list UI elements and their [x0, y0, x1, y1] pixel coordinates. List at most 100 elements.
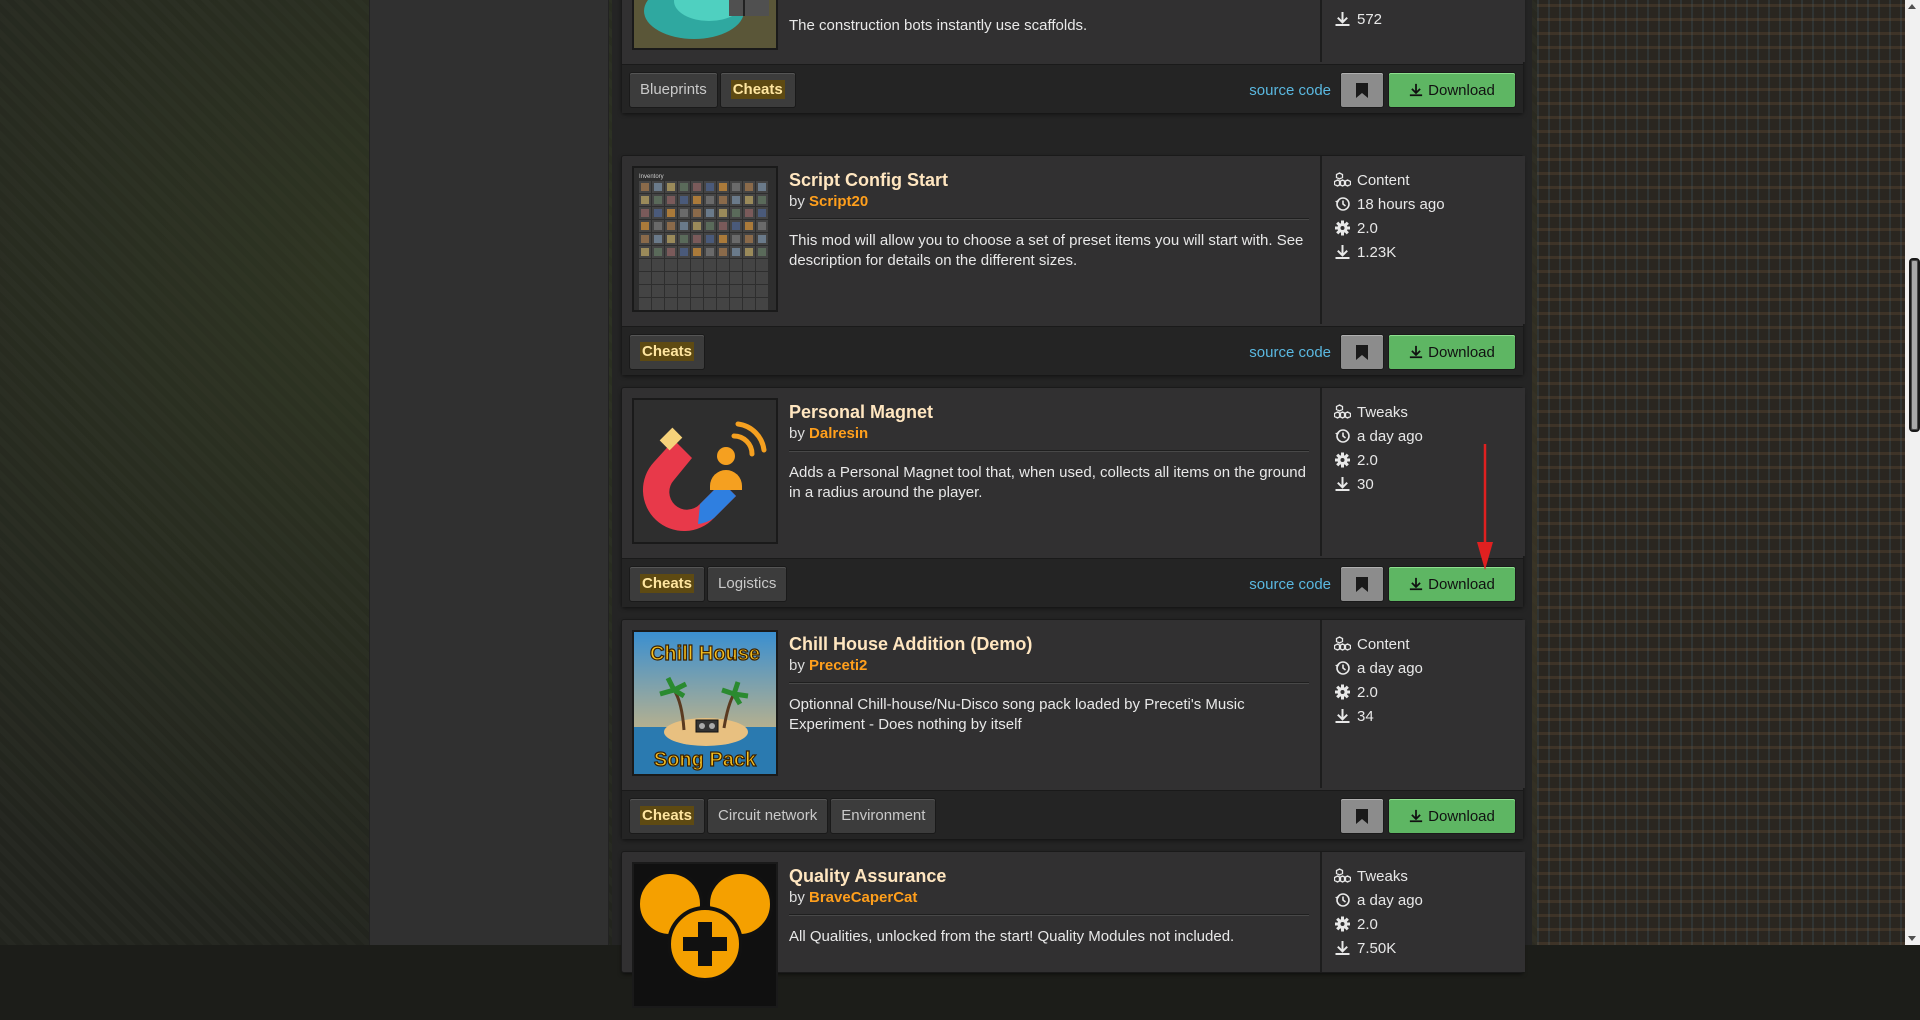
- download-button-label: Download: [1428, 343, 1495, 361]
- inventory-item: [732, 196, 740, 204]
- quality-thumbnail-image: [634, 864, 776, 1006]
- by-label: by: [789, 425, 805, 442]
- meta-downloads-value: 30: [1357, 475, 1374, 493]
- inventory-slot: [717, 272, 729, 284]
- inventory-slot: [652, 285, 664, 297]
- mod-card-body: Quality Assurance by BraveCaperCat All Q…: [622, 852, 1525, 1020]
- inventory-slot: [691, 298, 703, 310]
- history-icon: [1335, 661, 1350, 675]
- meta-downloads-value: 572: [1357, 10, 1383, 28]
- mod-title[interactable]: Script Config Start: [789, 170, 1309, 191]
- inventory-item: [758, 248, 766, 256]
- author-link[interactable]: Script20: [809, 193, 868, 210]
- tag-logistics[interactable]: Logistics: [708, 567, 787, 601]
- download-button[interactable]: Download: [1389, 335, 1515, 369]
- download-button[interactable]: Download: [1389, 73, 1515, 107]
- download-icon: [1410, 83, 1423, 97]
- mod-card-footer: Blueprints Cheats source code Download: [622, 64, 1523, 113]
- mod-thumbnail[interactable]: Inventory: [632, 166, 778, 312]
- mod-card-footer: Cheats Logistics source code Download: [622, 558, 1523, 607]
- inventory-item: [667, 235, 675, 243]
- inventory-item: [732, 209, 740, 217]
- inventory-slot: [743, 259, 755, 271]
- inventory-item: [680, 183, 688, 191]
- meta-updated: a day ago: [1334, 888, 1525, 912]
- source-code-link[interactable]: source code: [1249, 576, 1331, 593]
- mod-thumbnail[interactable]: [632, 862, 778, 1008]
- tag-cheats-label: Cheats: [640, 806, 695, 825]
- author-link[interactable]: Dalresin: [809, 425, 868, 442]
- meta-version: 2.0: [1334, 216, 1525, 240]
- mod-thumbnail[interactable]: Chill House Song Pack: [632, 630, 778, 776]
- author-link[interactable]: BraveCaperCat: [809, 889, 917, 906]
- mod-title[interactable]: Personal Magnet: [789, 402, 1309, 423]
- mod-card-footer: Cheats Circuit network Environment Downl…: [622, 790, 1523, 839]
- source-code-link[interactable]: source code: [1249, 82, 1331, 99]
- bookmark-button[interactable]: [1341, 335, 1383, 369]
- mod-title[interactable]: Quality Assurance: [789, 866, 1309, 887]
- tag-circuit-network[interactable]: Circuit network: [708, 799, 828, 833]
- inventory-item: [719, 222, 727, 230]
- bookmark-button[interactable]: [1341, 799, 1383, 833]
- annotation-arrow-icon: [1477, 444, 1493, 570]
- mod-info: Script Config Start by Script20 This mod…: [789, 164, 1309, 314]
- mod-meta: Content a day ago 2.0 34: [1320, 620, 1525, 788]
- download-count-icon: [1335, 941, 1350, 955]
- download-button-label: Download: [1428, 575, 1495, 593]
- tag-cheats[interactable]: Cheats: [630, 567, 705, 601]
- inventory-slot: [704, 272, 716, 284]
- history-icon: [1335, 197, 1350, 211]
- mod-card: Inventory Script Config Start by Script2…: [622, 156, 1525, 375]
- inventory-thumbnail-label: Inventory: [639, 174, 664, 180]
- scroll-up-arrow-icon[interactable]: [1908, 4, 1916, 9]
- download-button[interactable]: Download: [1389, 799, 1515, 833]
- mod-thumbnail[interactable]: [632, 0, 778, 50]
- download-button-label: Download: [1428, 807, 1495, 825]
- inventory-item: [693, 183, 701, 191]
- mod-title[interactable]: Chill House Addition (Demo): [789, 634, 1309, 655]
- scroll-down-arrow-icon[interactable]: [1908, 936, 1916, 941]
- mod-info: Personal Magnet by Dalresin Adds a Perso…: [789, 396, 1309, 546]
- meta-updated: 18 hours ago: [1334, 192, 1525, 216]
- mod-card-footer: Cheats source code Download: [622, 326, 1523, 375]
- tag-blueprints[interactable]: Blueprints: [630, 73, 717, 107]
- inventory-item: [693, 209, 701, 217]
- meta-category-value: Tweaks: [1357, 403, 1408, 421]
- page-scrollbar[interactable]: [1905, 0, 1920, 945]
- scrollbar-thumb[interactable]: [1909, 258, 1920, 432]
- download-count-icon: [1335, 245, 1350, 259]
- tag-cheats[interactable]: Cheats: [630, 335, 705, 369]
- tag-cheats[interactable]: Cheats: [630, 799, 705, 833]
- tag-environment[interactable]: Environment: [831, 799, 936, 833]
- mod-card-body: Chill House Song Pack Chill House Additi…: [622, 620, 1525, 788]
- by-label: by: [789, 889, 805, 906]
- meta-rows: Tweaks a day ago 2.0 7.50K: [1322, 852, 1525, 960]
- meta-rows: Content a day ago 2.0 34: [1322, 620, 1525, 728]
- mod-thumbnail[interactable]: [632, 398, 778, 544]
- inventory-item: [745, 248, 753, 256]
- meta-rows: Content 18 hours ago 2.0 1.23K: [1322, 156, 1525, 264]
- download-button[interactable]: Download: [1389, 567, 1515, 601]
- bookmark-button[interactable]: [1341, 73, 1383, 107]
- inventory-item: [706, 209, 714, 217]
- tag-cheats[interactable]: Cheats: [720, 73, 795, 107]
- inventory-slot: [652, 298, 664, 310]
- meta-category: Content: [1334, 168, 1525, 192]
- inventory-slot: [743, 272, 755, 284]
- category-cubes-icon: [1334, 868, 1351, 883]
- divider: [789, 218, 1309, 219]
- meta-downloads-value: 34: [1357, 707, 1374, 725]
- inventory-slot: [717, 298, 729, 310]
- inventory-item: [732, 235, 740, 243]
- author-link[interactable]: Preceti2: [809, 657, 867, 674]
- inventory-slot: [665, 259, 677, 271]
- inventory-slot: [665, 285, 677, 297]
- source-code-link[interactable]: source code: [1249, 344, 1331, 361]
- mod-tags: Blueprints Cheats: [630, 73, 799, 107]
- mod-author: by BraveCaperCat: [789, 889, 1309, 906]
- inventory-slot: [691, 285, 703, 297]
- inventory-slot: [678, 272, 690, 284]
- bookmark-button[interactable]: [1341, 567, 1383, 601]
- inventory-item: [706, 235, 714, 243]
- inventory-item: [667, 196, 675, 204]
